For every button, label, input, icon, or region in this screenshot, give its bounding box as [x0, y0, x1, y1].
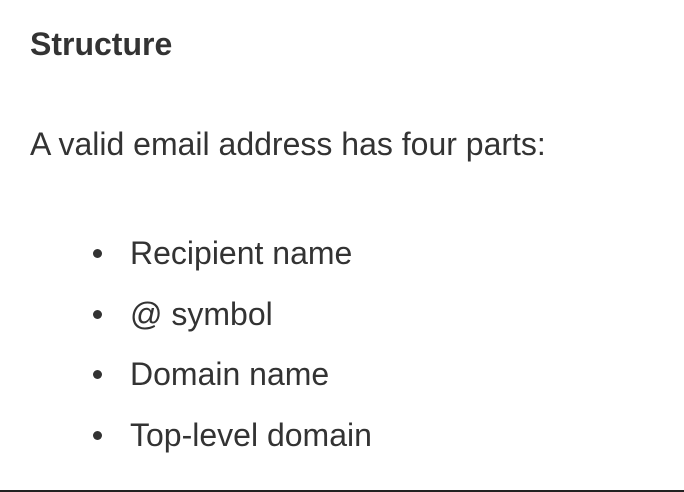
intro-paragraph: A valid email address has four parts:: [30, 126, 546, 162]
list-item: Domain name: [0, 352, 372, 413]
list-item-label: @ symbol: [130, 295, 273, 332]
list-item-label: Top-level domain: [130, 416, 372, 453]
bullet-icon: [93, 309, 102, 319]
list-item-label: Recipient name: [130, 235, 353, 271]
bullet-icon: [93, 370, 102, 379]
document-page: Structure A valid email address has four…: [0, 0, 684, 492]
section-heading: Structure: [30, 26, 173, 62]
list-item: Recipient name: [0, 231, 372, 292]
bullet-icon: [93, 249, 102, 258]
list-item-label: Domain name: [130, 356, 330, 392]
list-item: Top-level domain: [0, 413, 372, 474]
list-item: @ symbol: [0, 292, 372, 353]
bullet-icon: [93, 430, 102, 440]
email-parts-list: Recipient name @ symbol Domain name Top-…: [0, 231, 372, 473]
